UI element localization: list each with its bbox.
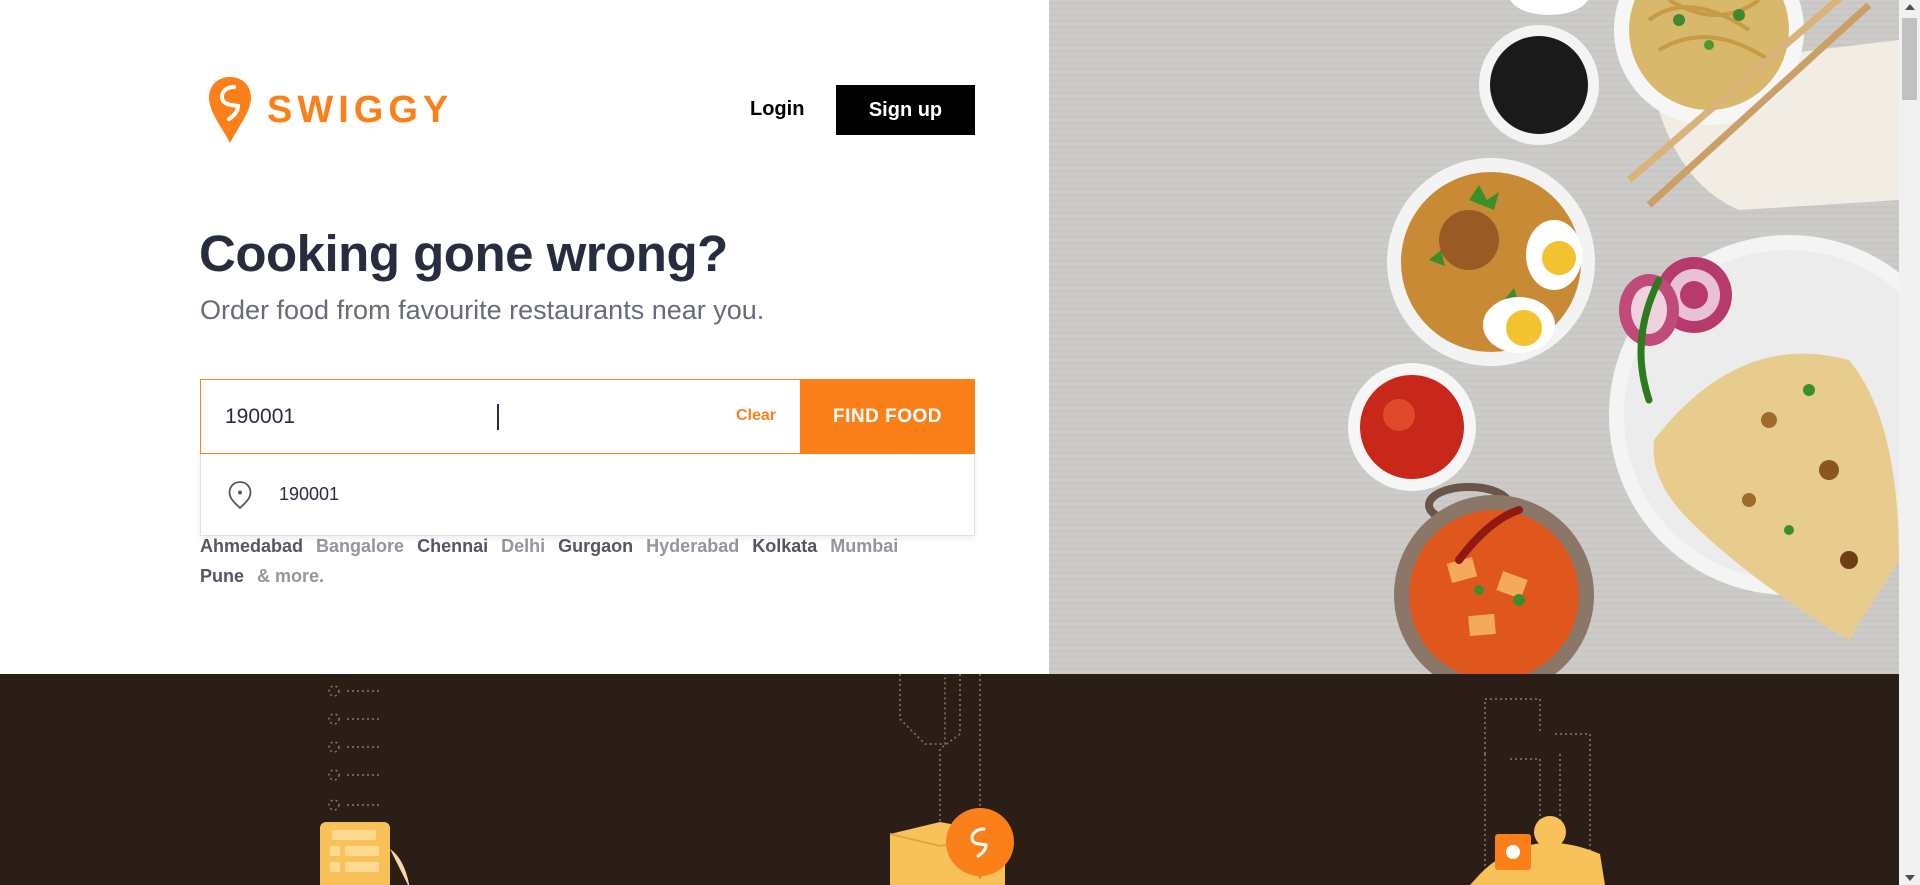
landing-page: SWIGGY Login Sign up Cooking gone wrong?…: [0, 0, 1920, 885]
swiggy-logo-icon: [209, 77, 251, 143]
login-link[interactable]: Login: [750, 98, 804, 121]
clear-button[interactable]: Clear: [736, 407, 776, 425]
city-link[interactable]: Mumbai: [830, 536, 898, 556]
location-pin-icon: [228, 480, 252, 509]
vertical-scrollbar[interactable]: [1899, 0, 1920, 885]
food-illustration: [1049, 0, 1899, 674]
brand-logo[interactable]: SWIGGY: [207, 75, 453, 145]
food-hero-image: [1049, 0, 1899, 674]
scroll-up-icon[interactable]: [1905, 4, 1915, 10]
search-box: Clear: [200, 379, 800, 454]
city-link[interactable]: Kolkata: [752, 536, 817, 556]
find-food-button[interactable]: FIND FOOD: [800, 379, 975, 454]
city-link[interactable]: Delhi: [501, 536, 545, 556]
text-caret: [497, 404, 499, 430]
suggestion-text: 190001: [279, 484, 340, 504]
scroll-thumb[interactable]: [1902, 18, 1917, 100]
signup-button[interactable]: Sign up: [836, 85, 975, 135]
city-link[interactable]: Pune: [200, 566, 244, 586]
city-link[interactable]: Gurgaon: [558, 536, 633, 556]
scroll-down-icon[interactable]: [1905, 875, 1915, 881]
popular-cities: Ahmedabad Bangalore Chennai Delhi Gurgao…: [200, 531, 920, 591]
city-link[interactable]: Hyderabad: [646, 536, 739, 556]
features-band: [0, 674, 1899, 885]
suggestion-item[interactable]: 190001: [200, 454, 975, 536]
page-subtitle: Order food from favourite restaurants ne…: [200, 295, 765, 325]
page-title: Cooking gone wrong?: [199, 225, 728, 282]
location-input[interactable]: [225, 380, 665, 453]
more-cities-link[interactable]: & more.: [257, 566, 324, 586]
city-link[interactable]: Bangalore: [316, 536, 404, 556]
city-link[interactable]: Ahmedabad: [200, 536, 303, 556]
hero-section: SWIGGY Login Sign up Cooking gone wrong?…: [0, 0, 1049, 674]
feature-illustrations: [320, 674, 1605, 885]
city-link[interactable]: Chennai: [417, 536, 488, 556]
brand-name: SWIGGY: [267, 88, 454, 131]
location-search: Clear FIND FOOD: [200, 379, 975, 454]
